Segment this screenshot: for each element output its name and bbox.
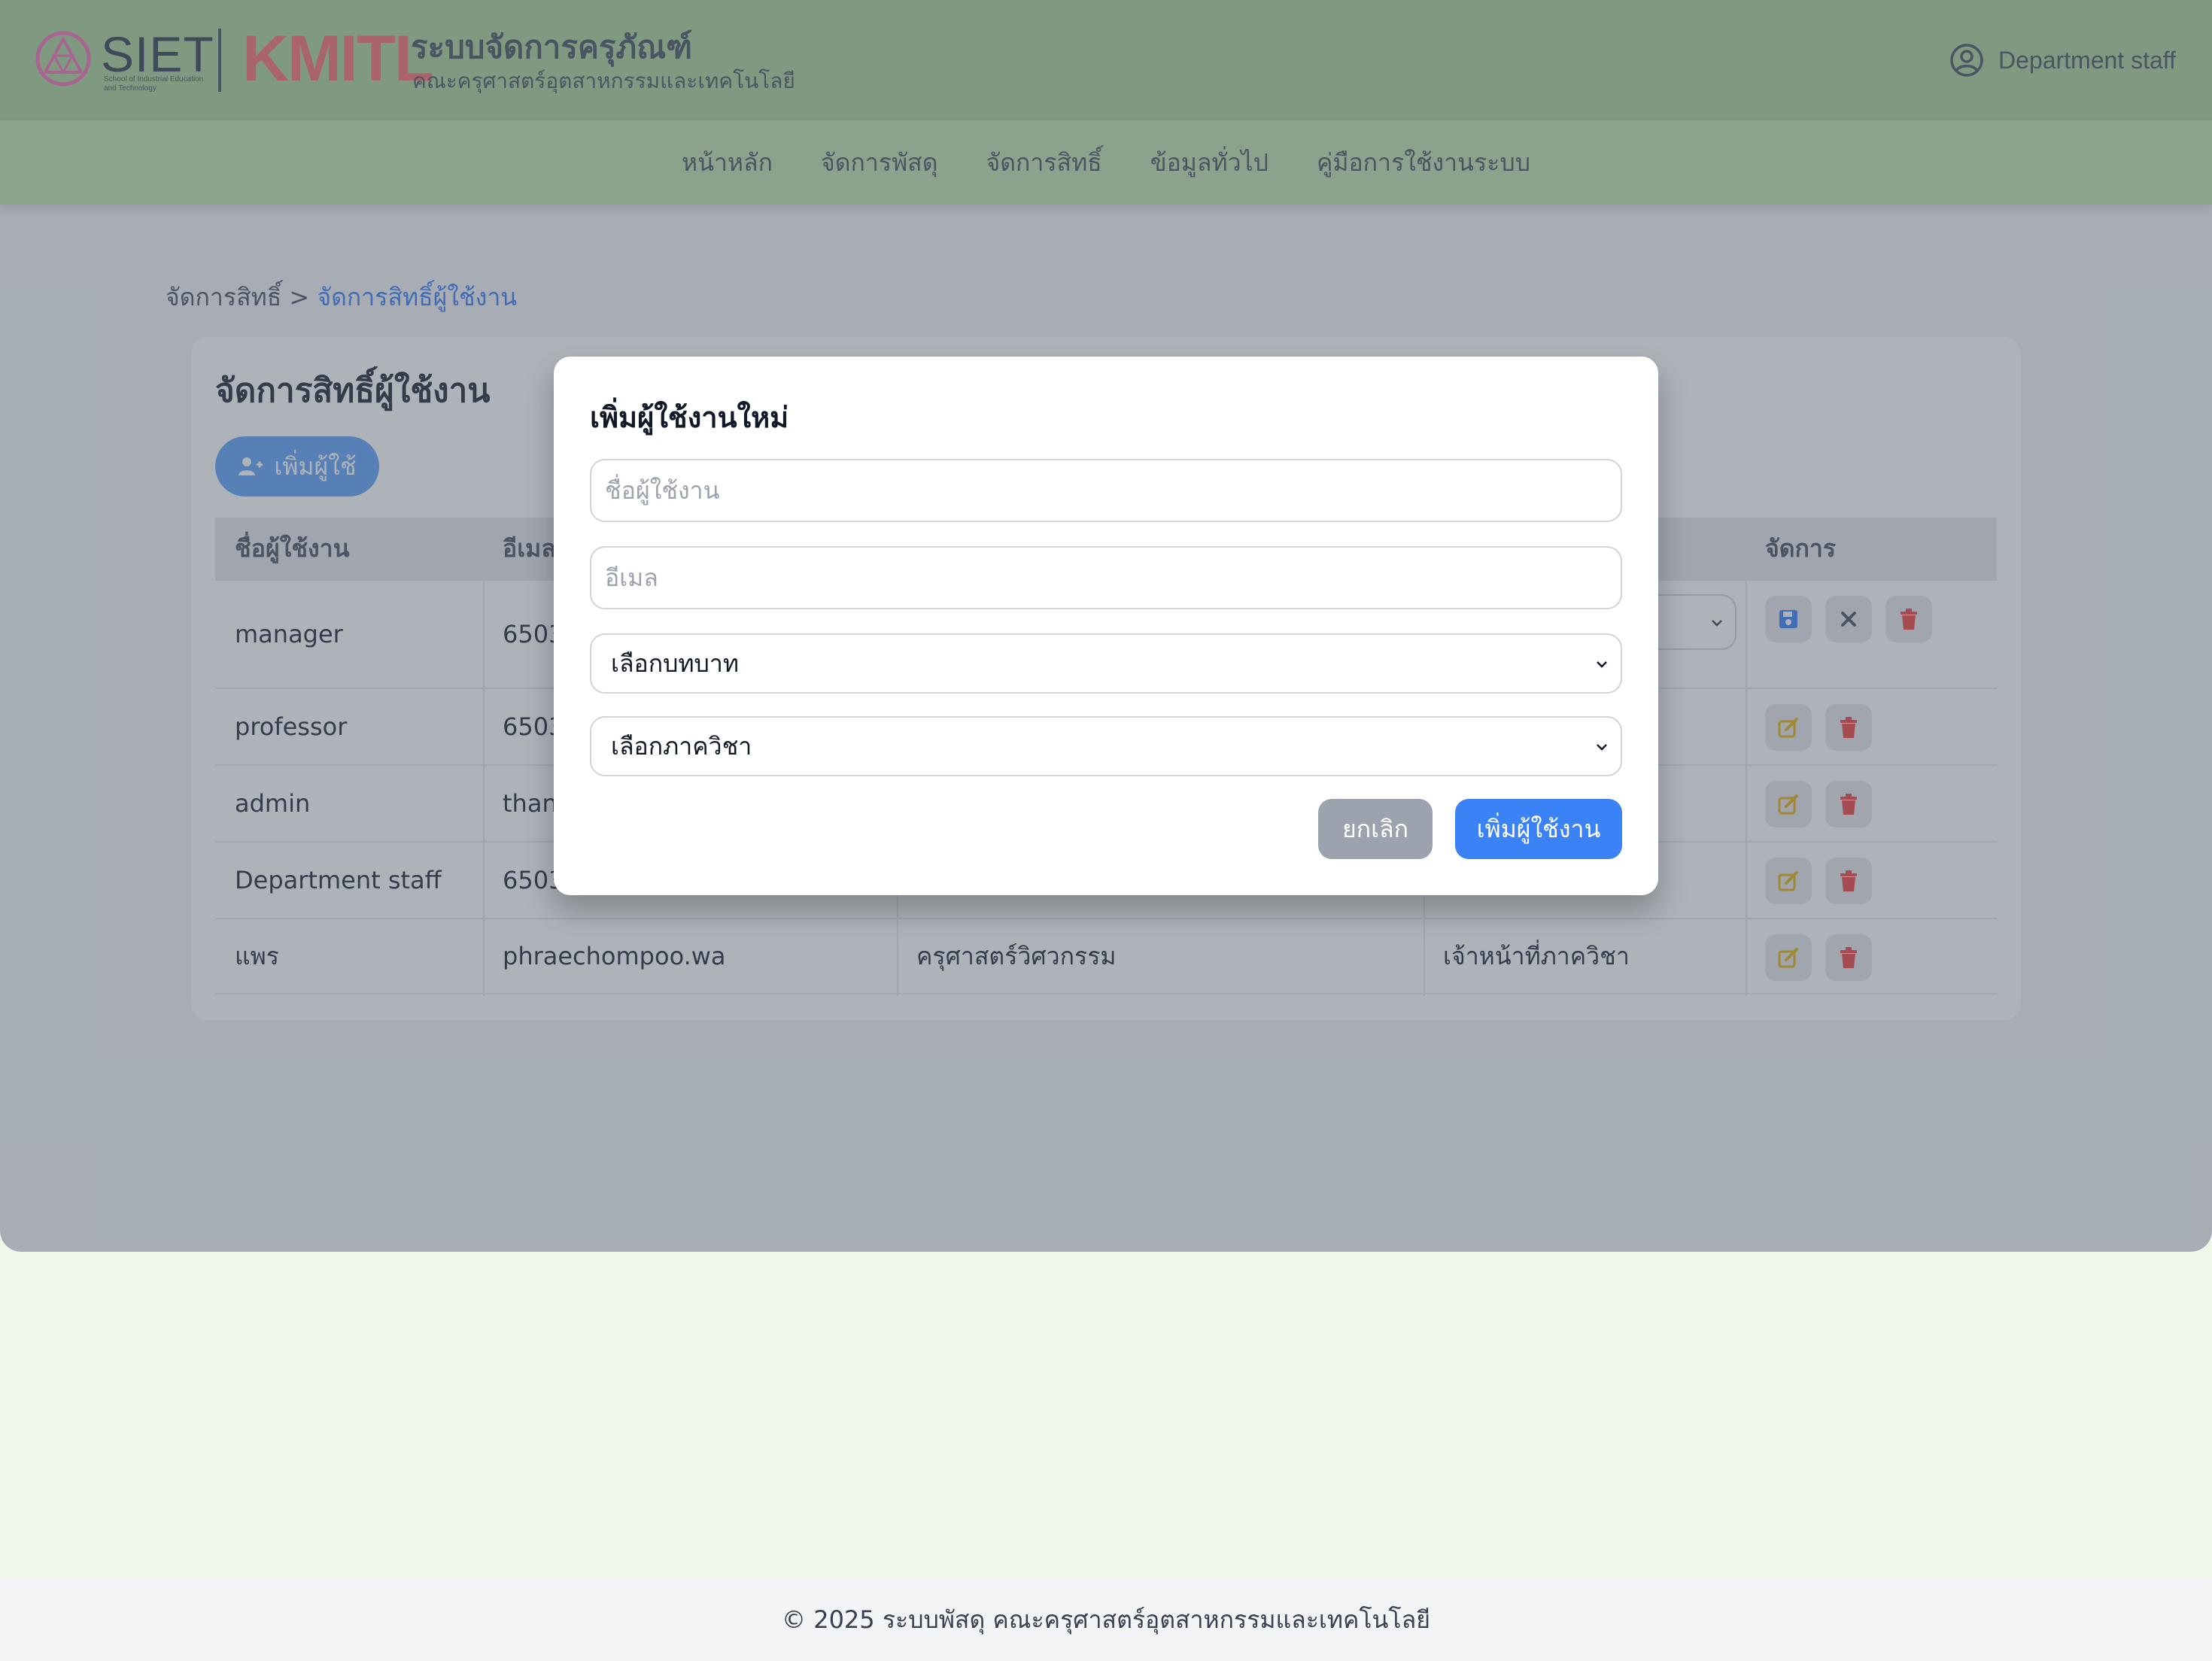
page-footer: © 2025 ระบบพัสดุ คณะครุศาสตร์อุตสาหกรรมแ… [0, 1578, 2212, 1661]
footer-text: © 2025 ระบบพัสดุ คณะครุศาสตร์อุตสาหกรรมแ… [782, 1605, 1430, 1634]
chevron-down-icon [1597, 661, 1607, 668]
role-select-value: เลือกบทบาท [611, 648, 739, 678]
role-select[interactable]: เลือกบทบาท [590, 633, 1622, 694]
department-select-value: เลือกภาควิชา [611, 731, 752, 761]
app-window: SIET School of Industrial Education and … [0, 0, 2212, 1252]
add-user-modal: เพิ่มผู้ใช้งานใหม่ ชื่อผู้ใช้งาน อีเมล เ… [554, 357, 1658, 895]
chevron-down-icon [1597, 744, 1607, 751]
modal-title: เพิ่มผู้ใช้งานใหม่ [590, 401, 789, 434]
username-input[interactable]: ชื่อผู้ใช้งาน [590, 459, 1622, 522]
submit-add-user-button[interactable]: เพิ่มผู้ใช้งาน [1455, 799, 1622, 859]
cancel-button[interactable]: ยกเลิก [1318, 799, 1433, 859]
email-input[interactable]: อีเมล [590, 546, 1622, 609]
department-select[interactable]: เลือกภาควิชา [590, 716, 1622, 776]
